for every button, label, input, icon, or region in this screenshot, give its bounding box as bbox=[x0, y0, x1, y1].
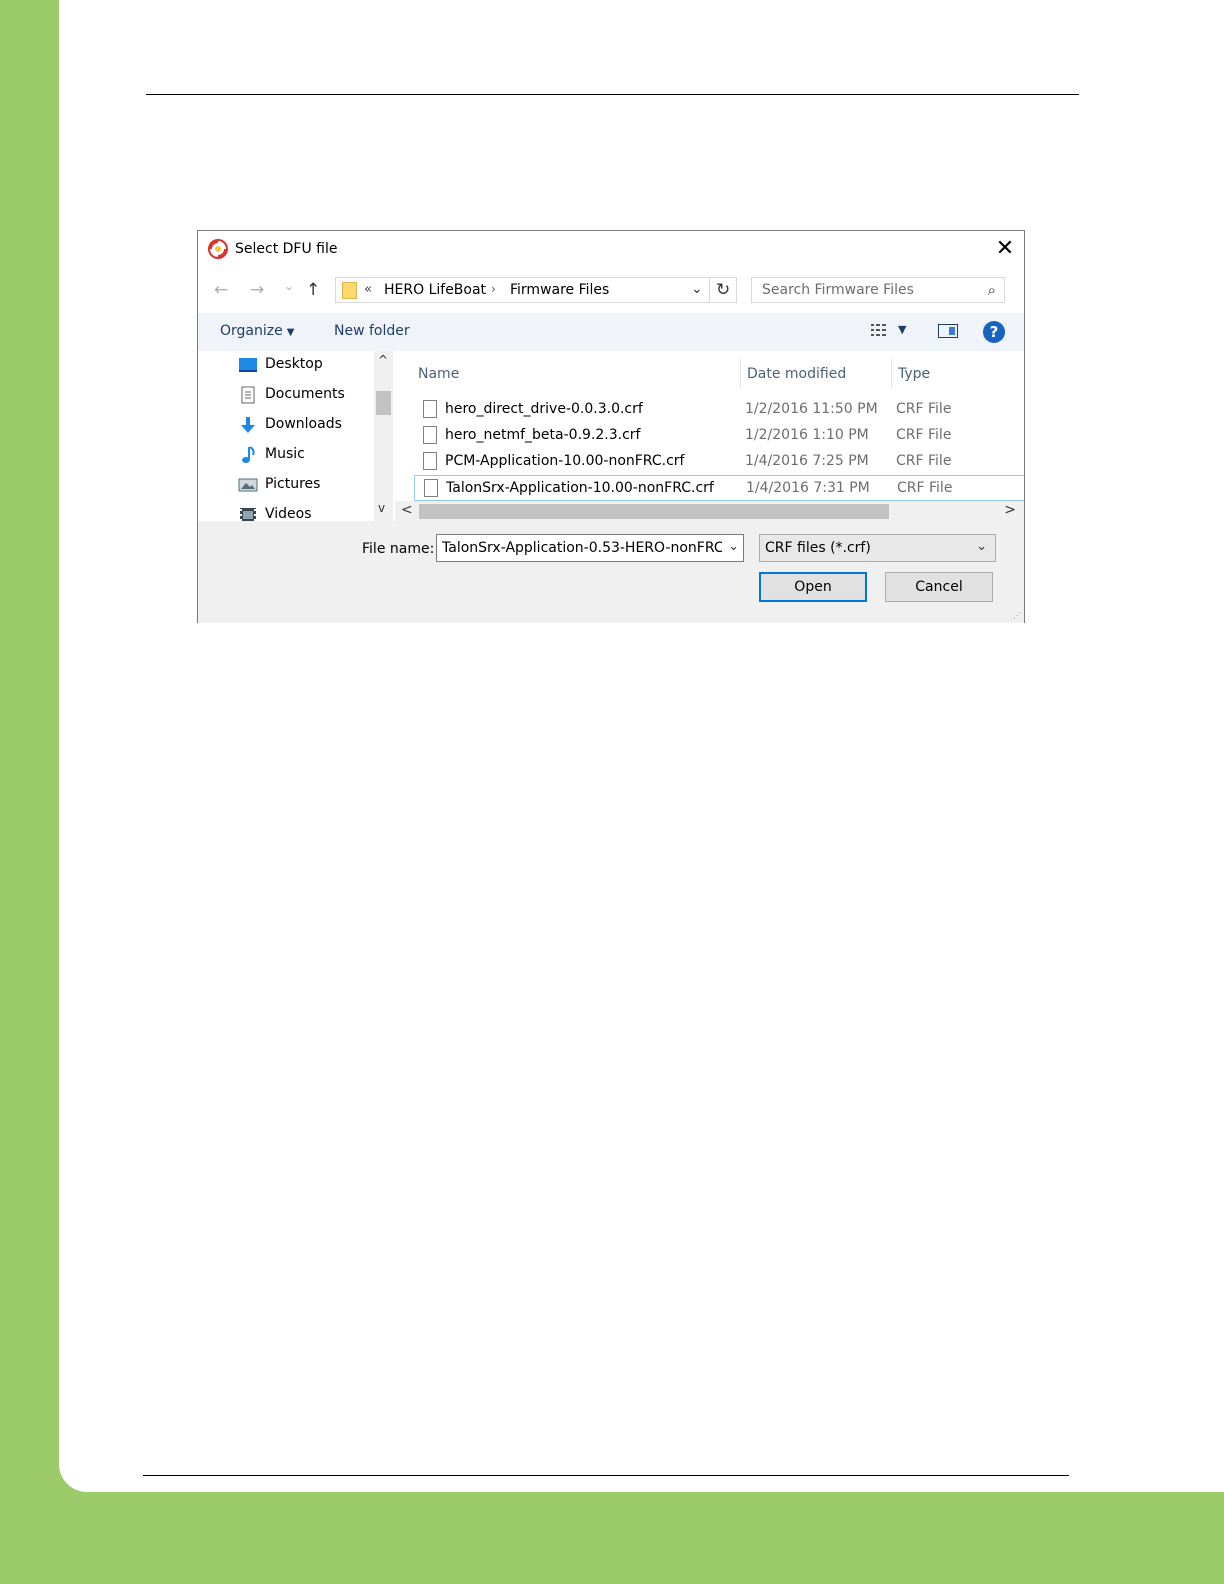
file-row[interactable]: hero_direct_drive-0.0.3.0.crf 1/2/2016 1… bbox=[414, 397, 1024, 423]
close-button[interactable]: ✕ bbox=[990, 235, 1020, 263]
file-type: CRF File bbox=[896, 427, 952, 443]
downloads-icon bbox=[241, 417, 255, 433]
resize-grip-icon[interactable]: ⋰ bbox=[1013, 611, 1021, 620]
preview-pane-icon[interactable] bbox=[938, 324, 958, 338]
file-icon bbox=[423, 400, 437, 418]
back-arrow-icon[interactable]: ← bbox=[214, 280, 228, 300]
search-icon[interactable]: ⌕ bbox=[988, 281, 996, 299]
sort-ascending-icon: ^ bbox=[565, 351, 576, 360]
file-date-modified: 1/2/2016 11:50 PM bbox=[745, 401, 878, 417]
file-icon bbox=[423, 452, 437, 470]
file-name: PCM-Application-10.00-nonFRC.crf bbox=[445, 453, 685, 469]
navigation-bar: ← → ⌄ ↑ « HERO LifeBoat › Firmware Files… bbox=[198, 275, 1024, 305]
lifeboat-app-icon bbox=[208, 239, 228, 259]
organize-caret-icon: ▼ bbox=[286, 327, 295, 338]
recent-locations-icon[interactable]: ⌄ bbox=[284, 279, 294, 293]
desktop-icon bbox=[239, 358, 257, 372]
file-type-select[interactable]: CRF files (*.crf) ⌄ bbox=[759, 534, 996, 562]
nav-item-label: Desktop bbox=[265, 356, 323, 372]
select-dfu-file-dialog: Select DFU file ✕ ← → ⌄ ↑ « HERO LifeBoa… bbox=[197, 230, 1025, 623]
help-icon[interactable]: ? bbox=[983, 321, 1005, 343]
header-rule bbox=[146, 94, 1079, 95]
search-input[interactable] bbox=[752, 278, 972, 302]
file-icon bbox=[424, 479, 438, 497]
folder-icon bbox=[342, 282, 357, 299]
dialog-titlebar: Select DFU file ✕ bbox=[198, 231, 1024, 267]
breadcrumb-firmware-files[interactable]: Firmware Files bbox=[510, 282, 609, 298]
dialog-title: Select DFU file bbox=[235, 241, 338, 257]
scroll-thumb[interactable] bbox=[376, 391, 391, 415]
file-list: ^ Name Date modified Type hero_direct_dr… bbox=[395, 351, 1024, 521]
file-date-modified: 1/4/2016 7:25 PM bbox=[745, 453, 869, 469]
column-divider[interactable] bbox=[891, 359, 892, 389]
navigation-pane: Desktop Documents Downloads Music Pictur… bbox=[198, 351, 395, 521]
footer-rule bbox=[143, 1475, 1069, 1476]
address-bar[interactable]: « HERO LifeBoat › Firmware Files ⌄ ↻ bbox=[335, 277, 737, 303]
dialog-footer: File name: TalonSrx-Application-0.53-HER… bbox=[198, 521, 1024, 623]
column-divider[interactable] bbox=[740, 359, 741, 389]
file-date-modified: 1/2/2016 1:10 PM bbox=[745, 427, 869, 443]
chevron-down-icon[interactable]: ⌄ bbox=[728, 539, 739, 554]
refresh-icon[interactable]: ↻ bbox=[716, 280, 730, 300]
file-name: hero_direct_drive-0.0.3.0.crf bbox=[445, 401, 643, 417]
column-header-type[interactable]: Type bbox=[898, 359, 930, 389]
file-name-value[interactable]: TalonSrx-Application-0.53-HERO-nonFRC.cr… bbox=[442, 540, 722, 556]
file-name-label: File name: bbox=[362, 541, 435, 557]
nav-item-label: Videos bbox=[265, 506, 312, 521]
nav-item-label: Pictures bbox=[265, 476, 321, 492]
nav-item-label: Music bbox=[265, 446, 305, 462]
documents-icon bbox=[241, 386, 255, 404]
file-name-combobox[interactable]: TalonSrx-Application-0.53-HERO-nonFRC.cr… bbox=[436, 534, 744, 562]
music-icon bbox=[242, 446, 255, 463]
file-icon bbox=[423, 426, 437, 444]
column-header-name[interactable]: Name bbox=[418, 359, 459, 389]
scroll-down-icon[interactable]: v bbox=[378, 501, 385, 515]
forward-arrow-icon[interactable]: → bbox=[250, 280, 264, 300]
scroll-thumb[interactable] bbox=[419, 504, 889, 519]
overflow-chevron-icon[interactable]: « bbox=[364, 282, 372, 297]
breadcrumb-hero-lifeboat[interactable]: HERO LifeBoat bbox=[384, 282, 486, 298]
videos-icon bbox=[240, 508, 256, 521]
document-page bbox=[59, 0, 1224, 1492]
navigation-pane-scrollbar[interactable]: ^ v bbox=[374, 351, 393, 521]
file-date-modified: 1/4/2016 7:31 PM bbox=[746, 480, 870, 496]
file-row[interactable]: PCM-Application-10.00-nonFRC.crf 1/4/201… bbox=[414, 449, 1024, 475]
open-button[interactable]: Open bbox=[759, 572, 867, 602]
new-folder-button[interactable]: New folder bbox=[334, 323, 410, 339]
organize-button[interactable]: Organize ▼ bbox=[220, 323, 294, 339]
nav-item-label: Downloads bbox=[265, 416, 342, 432]
file-row-selected[interactable]: TalonSrx-Application-10.00-nonFRC.crf 1/… bbox=[414, 475, 1024, 501]
nav-item-label: Documents bbox=[265, 386, 345, 402]
file-type: CRF File bbox=[896, 401, 952, 417]
command-toolbar: Organize ▼ New folder ▼ ? bbox=[198, 313, 1024, 351]
view-options-icon[interactable] bbox=[870, 322, 888, 338]
address-dropdown-icon[interactable]: ⌄ bbox=[691, 281, 703, 297]
chevron-down-icon[interactable]: ⌄ bbox=[976, 539, 987, 554]
file-list-horizontal-scrollbar[interactable]: < > bbox=[395, 501, 1024, 521]
scroll-up-icon[interactable]: ^ bbox=[378, 353, 388, 367]
file-row[interactable]: hero_netmf_beta-0.9.2.3.crf 1/2/2016 1:1… bbox=[414, 423, 1024, 449]
file-name: hero_netmf_beta-0.9.2.3.crf bbox=[445, 427, 641, 443]
up-arrow-icon[interactable]: ↑ bbox=[306, 280, 320, 300]
search-box: ⌕ bbox=[751, 277, 1005, 303]
file-type-value: CRF files (*.crf) bbox=[765, 540, 871, 556]
close-icon: ✕ bbox=[995, 236, 1015, 261]
address-divider bbox=[709, 278, 710, 302]
file-name: TalonSrx-Application-10.00-nonFRC.crf bbox=[446, 480, 714, 496]
organize-label: Organize bbox=[220, 323, 283, 339]
column-header-date-modified[interactable]: Date modified bbox=[747, 359, 846, 389]
file-type: CRF File bbox=[896, 453, 952, 469]
scroll-left-icon[interactable]: < bbox=[401, 502, 413, 518]
scroll-right-icon[interactable]: > bbox=[1004, 502, 1016, 518]
cancel-button[interactable]: Cancel bbox=[885, 572, 993, 602]
pictures-icon bbox=[238, 478, 258, 492]
file-type: CRF File bbox=[897, 480, 953, 496]
view-options-caret-icon[interactable]: ▼ bbox=[898, 323, 906, 336]
breadcrumb-separator-icon[interactable]: › bbox=[491, 282, 496, 296]
